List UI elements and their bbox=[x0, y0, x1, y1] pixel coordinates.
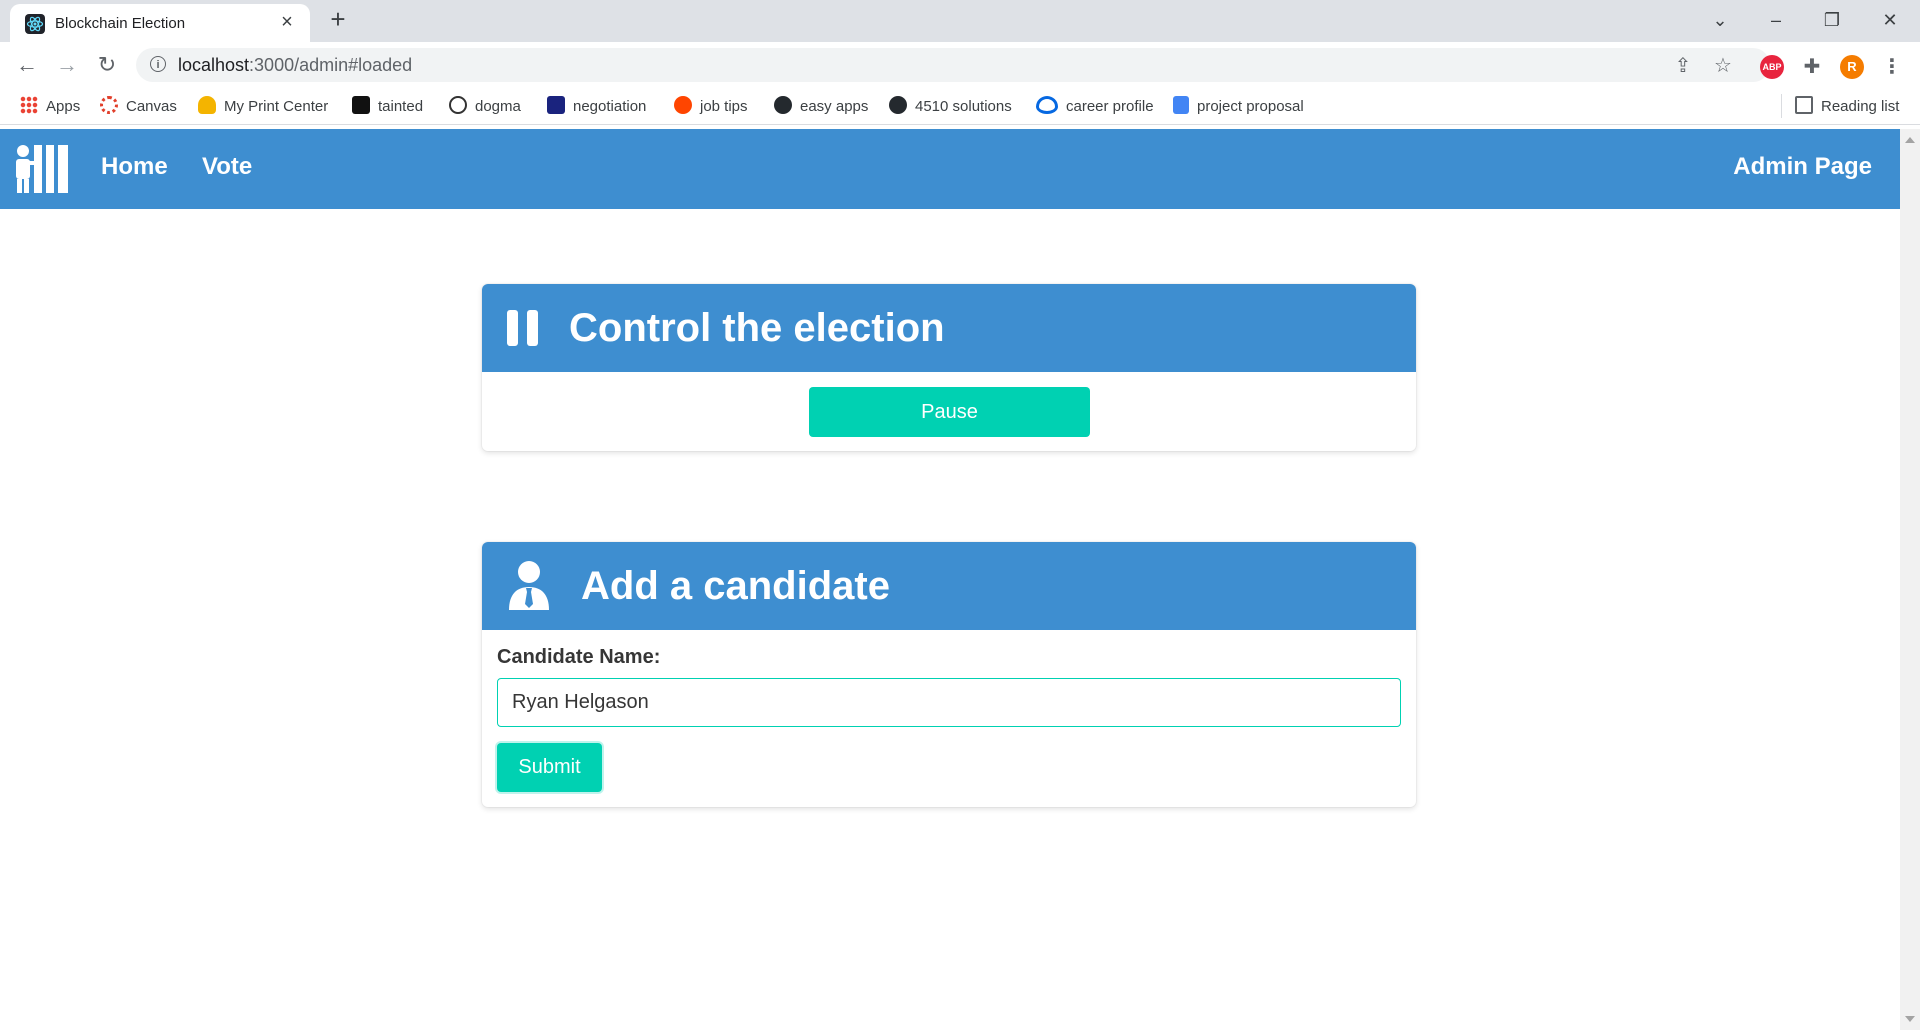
bookmark-easy-apps[interactable]: easy apps bbox=[774, 96, 868, 116]
new-tab-icon[interactable]: + bbox=[324, 5, 352, 33]
candidate-name-input[interactable] bbox=[497, 678, 1401, 727]
candidate-name-label: Candidate Name: bbox=[497, 646, 661, 668]
gs-icon bbox=[352, 96, 370, 114]
bookmark-project-proposal[interactable]: project proposal bbox=[1173, 96, 1304, 116]
nav-vote-link[interactable]: Vote bbox=[202, 153, 252, 181]
close-tab-icon[interactable]: × bbox=[276, 11, 298, 33]
reading-list-icon bbox=[1795, 96, 1813, 114]
add-candidate-header: Add a candidate bbox=[482, 542, 1416, 630]
scroll-up-icon[interactable] bbox=[1905, 137, 1915, 143]
site-navbar: Home Vote Admin Page bbox=[0, 129, 1900, 209]
page-viewport: Home Vote Admin Page Control the electio… bbox=[0, 129, 1900, 1030]
voting-logo-icon[interactable] bbox=[14, 143, 70, 195]
bookmark-tainted[interactable]: tainted bbox=[352, 96, 423, 116]
canvas-icon bbox=[100, 96, 118, 114]
forward-icon[interactable]: → bbox=[52, 50, 82, 80]
meta-icon bbox=[1036, 96, 1058, 114]
tab-title: Blockchain Election bbox=[55, 15, 186, 32]
tab-search-icon[interactable]: ⌄ bbox=[1702, 6, 1738, 34]
terminal-icon bbox=[547, 96, 565, 114]
extensions-icon[interactable]: ✚ bbox=[1800, 55, 1824, 79]
bookmark-star-icon[interactable]: ☆ bbox=[1712, 55, 1734, 77]
control-election-title: Control the election bbox=[569, 306, 945, 350]
scroll-down-icon[interactable] bbox=[1905, 1016, 1915, 1022]
close-window-icon[interactable]: ✕ bbox=[1872, 6, 1908, 34]
bookmark-canvas[interactable]: Canvas bbox=[100, 96, 177, 116]
restore-icon[interactable]: ❐ bbox=[1814, 6, 1850, 34]
react-icon bbox=[25, 14, 45, 34]
site-info-icon[interactable]: i bbox=[150, 56, 166, 72]
url-text[interactable]: localhost:3000/admin#loaded bbox=[178, 55, 412, 76]
browser-tab[interactable]: Blockchain Election × bbox=[10, 4, 310, 42]
bookmark-4510-solutions[interactable]: 4510 solutions bbox=[889, 96, 1012, 116]
tab-strip: Blockchain Election × + ⌄ – ❐ ✕ bbox=[0, 0, 1920, 42]
bookmark-job-tips[interactable]: job tips bbox=[674, 96, 748, 116]
add-candidate-title: Add a candidate bbox=[581, 564, 890, 608]
github-icon bbox=[774, 96, 792, 114]
adblock-icon[interactable]: ABP bbox=[1760, 55, 1784, 79]
bookmark-apps[interactable]: Apps bbox=[20, 96, 80, 116]
browser-toolbar: ← → ↻ i localhost:3000/admin#loaded ⇪ ☆ … bbox=[0, 42, 1920, 88]
bookmark-dogma[interactable]: dogma bbox=[449, 96, 521, 116]
apps-grid-icon bbox=[20, 96, 38, 114]
share-icon[interactable]: ⇪ bbox=[1672, 55, 1694, 77]
reddit-icon bbox=[674, 96, 692, 114]
control-election-header: Control the election bbox=[482, 284, 1416, 372]
reading-list-button[interactable]: Reading list bbox=[1795, 96, 1899, 116]
reload-icon[interactable]: ↻ bbox=[92, 50, 122, 80]
minimize-icon[interactable]: – bbox=[1758, 6, 1794, 34]
profile-avatar[interactable]: R bbox=[1840, 55, 1864, 79]
add-candidate-card: Add a candidate Candidate Name: Submit bbox=[482, 542, 1416, 807]
bookmark-divider bbox=[1781, 94, 1782, 118]
user-tie-icon bbox=[507, 560, 551, 615]
nav-admin-link[interactable]: Admin Page bbox=[1733, 153, 1872, 181]
menu-icon[interactable]: ⋮ bbox=[1880, 55, 1904, 79]
bookmark-negotiation[interactable]: negotiation bbox=[547, 96, 646, 116]
bookmark-career-profile[interactable]: career profile bbox=[1036, 96, 1154, 116]
page-scrollbar[interactable] bbox=[1900, 129, 1920, 1030]
bookmarks-bar: Apps Canvas My Print Center tainted dogm… bbox=[0, 88, 1920, 125]
docs-icon bbox=[1173, 96, 1189, 114]
github-icon bbox=[889, 96, 907, 114]
nav-home-link[interactable]: Home bbox=[101, 153, 168, 181]
address-bar[interactable]: i localhost:3000/admin#loaded ⇪ ☆ bbox=[136, 48, 1770, 82]
pause-button[interactable]: Pause bbox=[809, 387, 1090, 437]
submit-button[interactable]: Submit bbox=[497, 743, 602, 792]
hand-icon bbox=[198, 96, 216, 114]
bookmark-my-print-center[interactable]: My Print Center bbox=[198, 96, 328, 116]
back-icon[interactable]: ← bbox=[12, 50, 42, 80]
gr-icon bbox=[449, 96, 467, 114]
pause-icon bbox=[507, 310, 539, 346]
control-election-card: Control the election Pause bbox=[482, 284, 1416, 451]
